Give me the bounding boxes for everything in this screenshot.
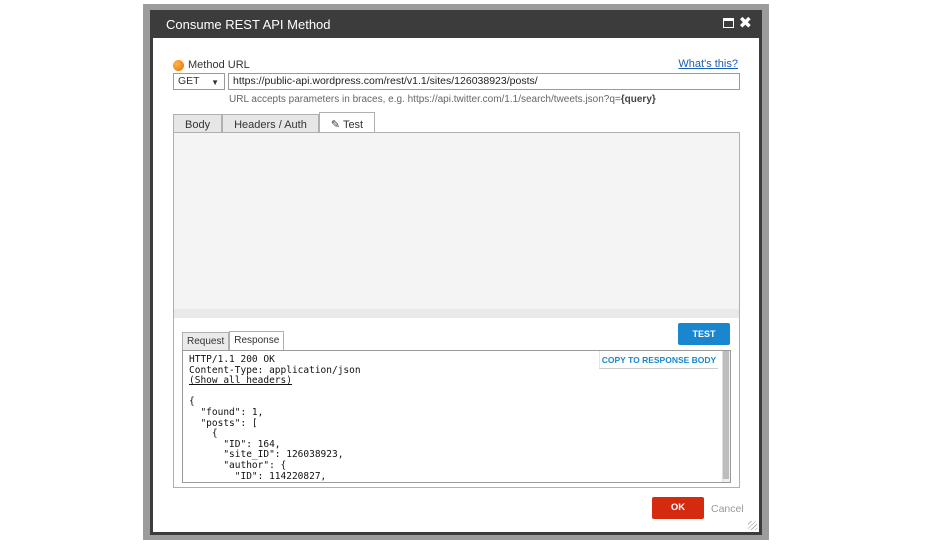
method-url-label: Method URL [173,59,250,71]
response-content-type: Content-Type: application/json [189,364,361,376]
http-method-value: GET [178,75,200,87]
dialog-title: Consume REST API Method [166,17,331,32]
tab-test[interactable]: ✎ Test [318,112,376,134]
edit-icon: ✎ [330,119,341,131]
maximize-icon[interactable] [723,18,734,28]
test-sub-tabs: Request Response [182,330,285,351]
caret-down-icon: ▼ [211,78,219,87]
cancel-button[interactable]: Cancel [711,503,744,515]
url-hint: URL accepts parameters in braces, e.g. h… [229,94,656,105]
tab-test-label: Test [342,119,364,131]
response-status: HTTP/1.1 200 OK [189,354,275,365]
tab-body[interactable]: Body [173,114,223,133]
method-url-label-text: Method URL [188,59,250,71]
response-output[interactable]: HTTP/1.1 200 OK Content-Type: applicatio… [182,350,731,483]
required-dot-icon [173,59,184,71]
url-hint-text: URL accepts parameters in braces, e.g. h… [229,94,621,105]
close-icon[interactable]: ✖ [739,13,752,33]
method-url-input[interactable]: https://public-api.wordpress.com/rest/v1… [228,73,740,90]
tab-response[interactable]: Response [229,331,285,351]
method-tabs: Body Headers / Auth ✎ Test [173,111,376,134]
test-button[interactable]: TEST [678,323,730,345]
copy-to-response-body-button[interactable]: COPY TO RESPONSE BODY [599,351,718,369]
editor-footer-strip [174,309,739,318]
response-scrollbar[interactable] [722,351,730,482]
test-tab-pane: TEST Request Response HTTP/1.1 200 OK Co… [173,132,740,488]
consume-rest-api-dialog: Consume REST API Method ✖ Method URL Wha… [150,10,762,535]
whats-this-link[interactable]: What's this? [678,58,738,70]
tab-body-label: Body [185,119,211,131]
response-text: HTTP/1.1 200 OK Content-Type: applicatio… [189,354,361,482]
tab-request-label: Request [187,336,225,347]
ok-button[interactable]: OK [652,497,704,519]
url-hint-param: {query} [620,94,656,105]
response-body: { "found": 1, "posts": [ { "ID": 164, "s… [189,396,344,482]
tab-response-label: Response [234,335,280,346]
resize-grip[interactable] [748,521,757,530]
tab-headers-auth-label: Headers / Auth [234,119,307,131]
request-editor-area[interactable] [174,133,739,317]
tab-headers-auth[interactable]: Headers / Auth [222,114,319,133]
show-all-headers-link[interactable]: (Show all headers) [189,375,292,386]
response-scroll-thumb[interactable] [723,351,729,479]
dialog-titlebar[interactable]: Consume REST API Method ✖ [150,10,762,38]
tab-request[interactable]: Request [182,332,230,350]
http-method-select[interactable]: GET ▼ [173,73,225,90]
